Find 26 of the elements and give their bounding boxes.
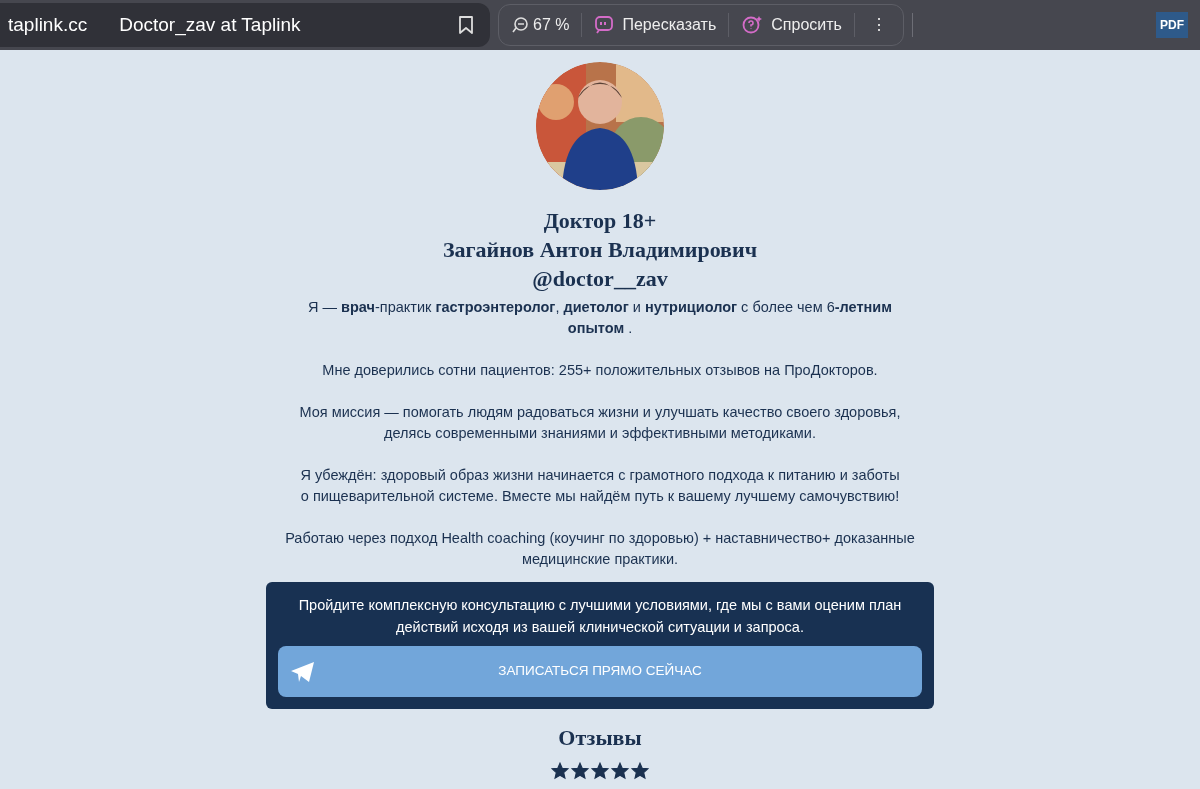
paper-plane-icon <box>290 660 316 683</box>
bio-paragraph: Я — врач-практик гастроэнтеролог, диетолог и нутрициолог с более чем 6-летним опытом . <box>307 298 893 338</box>
bio-paragraph: Я убеждён: здоровый образ жизни начинается с грамотного подхода к питанию и заботы о пищеварительной системе. Вместе мы найдём путь к вашему лучшему самочувствию! <box>299 466 901 506</box>
profile-name: Доктор 18+ Загайнов Антон Владимирович @doctor__zav <box>442 207 758 293</box>
zoom-icon <box>511 16 529 34</box>
star-icon <box>591 762 609 780</box>
consultation-text: Пройдите комплексную консультацию с лучшими условиями, где мы с вами оценим план действий исходя из вашей клинической ситуации и запроса. <box>298 596 902 637</box>
zoom-button[interactable]: 67 % <box>511 13 570 37</box>
pdf-badge[interactable]: PDF <box>1156 12 1188 38</box>
more-button[interactable]: ⋮ <box>866 13 891 37</box>
star-icon <box>551 762 569 780</box>
bookmark-icon[interactable] <box>458 15 474 35</box>
question-bubble-icon <box>741 15 764 35</box>
site-domain: taplink.cc <box>8 12 88 37</box>
star-icon <box>571 762 589 780</box>
quote-bubble-icon <box>594 15 615 35</box>
ask-button[interactable]: Спросить <box>741 13 842 37</box>
bio-paragraph: Работаю через подход Health coaching (коучинг по здоровью) + наставничество+ доказанные медицинские практики. <box>284 529 916 569</box>
star-icon <box>631 762 649 780</box>
star-icon <box>611 762 629 780</box>
retell-button[interactable]: Пересказать <box>594 13 717 37</box>
bio-paragraph: Мне доверились сотни пациентов: 255+ положительных отзывов на ПроДокторов. <box>321 361 879 380</box>
reviews-heading: Отзывы <box>558 724 642 752</box>
bio-paragraph: Моя миссия — помогать людям радоваться жизни и улучшать качество своего здоровья, делясь современными знаниями и эффективными методиками. <box>298 403 902 443</box>
address-bar[interactable]: taplink.cc Doctor_zav at Taplink <box>0 3 490 47</box>
page-title: Doctor_zav at Taplink <box>119 12 301 38</box>
